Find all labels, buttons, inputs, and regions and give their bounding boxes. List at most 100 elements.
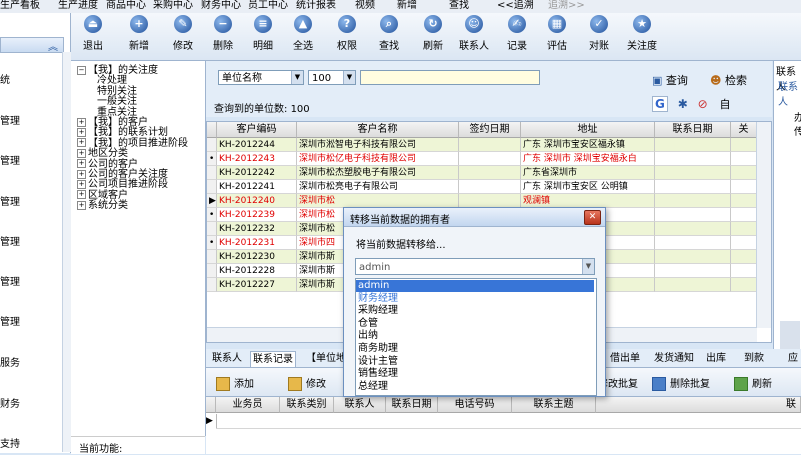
owner-option[interactable]: 财务经理 [358,293,398,305]
menu-item[interactable]: 追溯>> [548,0,585,11]
auto-label[interactable]: 自 [719,98,730,111]
owner-option[interactable]: 采购经理 [358,305,398,317]
tree-expander-icon[interactable]: + [77,117,86,127]
toolbar-button-8[interactable]: ↻ 刷新 [415,15,451,52]
toolbar-button-9[interactable]: ☺ 联系人 [451,15,497,52]
menu-item[interactable]: 商品中心 [106,0,146,11]
chevron-down-icon[interactable]: ▼ [343,71,355,84]
toolbar-button-3[interactable]: − 删除 [205,15,241,52]
baidu-icon[interactable]: ✱ [678,97,688,111]
map-icon[interactable]: ⊘ [698,97,708,111]
sidebar-item[interactable]: 管理 [0,112,20,127]
column-header[interactable]: 关 [731,122,757,138]
column-header[interactable]: 联系日期 [655,122,731,138]
menu-item[interactable]: 统计报表 [296,0,336,11]
column-header[interactable]: 地址 [521,122,655,138]
dialog-titlebar[interactable]: 转移当前数据的拥有者 ✕ [344,208,605,227]
sidebar-item[interactable]: 管理 [0,193,20,208]
tree-node[interactable]: 冷处理 [97,75,127,86]
toolbar-button-12[interactable]: ✓ 对账 [581,15,617,52]
tab-more[interactable]: 应 [786,351,800,366]
edit-record-button[interactable]: 修改 [288,375,326,391]
owner-option[interactable]: 仓管 [358,318,378,330]
sidebar-scrollbar[interactable] [62,52,71,452]
toolbar-button-10[interactable]: ✍ 记录 [499,15,535,52]
column-header[interactable]: 业务员 [216,397,280,413]
menu-item[interactable]: 查找 [449,0,469,11]
toolbar-button-0[interactable]: ⏏ 退出 [75,15,111,52]
sidebar-item[interactable]: 统 [0,71,10,86]
tree-node[interactable]: 重点关注 [97,107,137,118]
toolbar-button-13[interactable]: ★ 关注度 [619,15,665,52]
close-icon[interactable]: ✕ [584,210,601,225]
sidebar-item[interactable]: 财务 [0,395,20,410]
owner-select[interactable]: admin ▼ [355,258,595,275]
column-header[interactable]: 联系日期 [386,397,438,413]
chevron-down-icon[interactable]: ▼ [582,259,594,274]
owner-option[interactable]: 商务助理 [358,343,398,355]
menu-item[interactable]: 生产进度 [58,0,98,11]
table-row[interactable]: KH-2012241 深圳市松亮电子有限公司 广东 深圳市宝安区 公明镇 [207,180,757,194]
table-row[interactable]: ▶ KH-2012240 深圳市松 观澜镇 [207,194,757,208]
column-header[interactable]: 签约日期 [459,122,521,138]
column-header[interactable]: 联系人 [334,397,386,413]
tab-shipping-notice[interactable]: 发货通知 [652,351,696,366]
tree-expander-icon[interactable]: + [77,200,86,210]
owner-option[interactable]: 出纳 [358,330,378,342]
grid-vertical-scrollbar[interactable] [756,122,771,328]
tree-expander-icon[interactable]: + [77,190,86,200]
tree-expander-icon[interactable]: + [77,169,86,179]
column-header[interactable]: 联系主题 [512,397,596,413]
tab-contacts[interactable]: 联系人 [210,351,244,366]
tab-outbound[interactable]: 出库 [704,351,728,366]
sidebar-item[interactable]: 管理 [0,313,20,328]
menu-item[interactable]: 员工中心 [248,0,288,11]
tab-contact-records[interactable]: 联系记录 [250,351,296,367]
tree-node[interactable]: 一般关注 [97,96,137,107]
new-record-row[interactable] [216,414,801,429]
search-input[interactable] [360,70,540,85]
tree-expander-icon[interactable]: + [77,159,86,169]
tree-expander-icon[interactable]: + [77,138,86,148]
menu-item[interactable]: 生产看板 [0,0,40,11]
menu-item[interactable]: 新增 [397,0,417,11]
tree-expander-icon[interactable]: + [77,148,86,158]
table-row[interactable]: KH-2012242 深圳市松杰塑胶电子有限公司 广东省深圳市 [207,166,757,180]
delete-approval-button[interactable]: 删除批复 [652,375,710,391]
tab-payment[interactable]: 到款 [742,351,766,366]
menu-item[interactable]: 采购中心 [153,0,193,11]
owner-option[interactable]: 销售经理 [358,368,398,380]
search-field-select[interactable]: 单位名称 ▼ [218,70,304,85]
tree-node[interactable]: + 公司的客户 [77,159,138,170]
tree-expander-icon[interactable]: + [77,179,86,189]
collapse-chevron-icon[interactable]: ︽ [48,38,58,53]
owner-option[interactable]: admin [356,280,594,292]
refresh-button[interactable]: 刷新 [734,375,772,391]
retrieve-button[interactable]: ☻ 检索 [710,72,747,88]
sidebar-item[interactable]: 支持 [0,435,20,450]
count-select[interactable]: 100 ▼ [308,70,356,85]
table-row[interactable]: • KH-2012243 深圳市松亿电子科技有限公司 广东 深圳市 深圳宝安福永白 [207,152,757,166]
sidebar-item[interactable]: 服务 [0,354,20,369]
tree-expander-icon[interactable]: + [77,127,86,137]
toolbar-button-11[interactable]: ▦ 评估 [539,15,575,52]
toolbar-button-6[interactable]: ? 权限 [329,15,365,52]
tree-expander-icon[interactable]: − [77,65,86,75]
tree-node[interactable]: + 系统分类 [77,200,128,211]
tree-node[interactable]: + 公司项目推进阶段 [77,179,168,190]
tree-node[interactable]: + 【我】的联系计划 [77,127,168,138]
owner-option[interactable]: 总经理 [358,381,388,393]
chevron-down-icon[interactable]: ▼ [291,71,303,84]
owner-option[interactable]: 设计主管 [358,356,398,368]
toolbar-button-5[interactable]: ▲ 全选 [285,15,321,52]
column-header[interactable]: 客户名称 [297,122,459,138]
sidebar-item[interactable]: 管理 [0,273,20,288]
sidebar-item[interactable]: 管理 [0,152,20,167]
toolbar-button-7[interactable]: ⌕ 查找 [371,15,407,52]
column-header[interactable]: 电话号码 [438,397,512,413]
menu-item[interactable]: 视频 [355,0,375,11]
tab-loan-orders[interactable]: 借出单 [608,351,642,366]
query-button[interactable]: ▣ 查询 [652,72,688,88]
add-record-button[interactable]: 添加 [216,375,254,391]
column-header[interactable]: 客户编码 [217,122,297,138]
